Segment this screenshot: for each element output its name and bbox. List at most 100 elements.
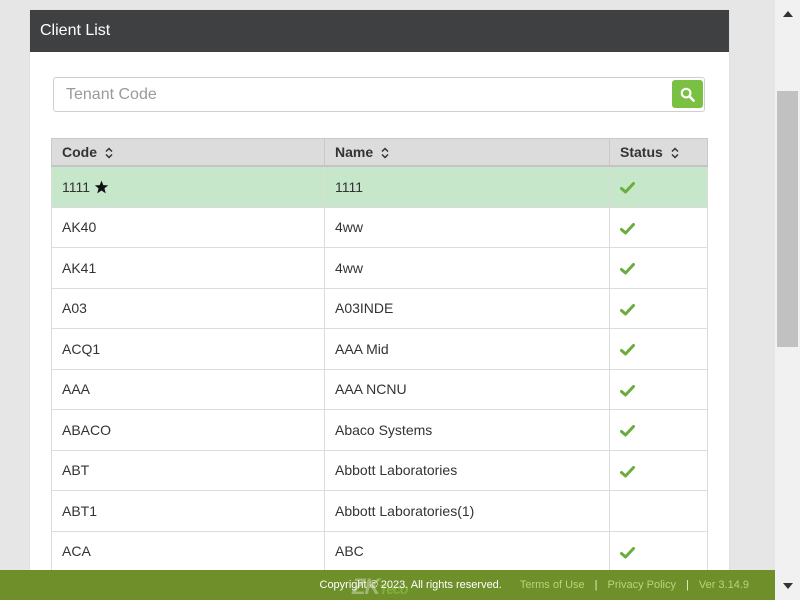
cell-status: [609, 287, 708, 329]
table-row[interactable]: ACQ1 AAA Mid: [51, 328, 708, 370]
check-icon: [620, 344, 635, 356]
check-icon: [620, 222, 635, 235]
cell-code: A03: [51, 287, 325, 329]
check-icon: [620, 465, 635, 478]
table-row[interactable]: ABACO Abaco Systems: [51, 409, 708, 451]
name-text: Abbott Laboratories(1): [335, 502, 475, 519]
column-header-label: Name: [335, 144, 374, 160]
table-row[interactable]: ACA ABC: [51, 530, 708, 572]
cell-name: Abaco Systems: [324, 409, 610, 451]
cell-name: 1111: [324, 165, 610, 208]
cell-code: AK41: [51, 247, 325, 289]
client-list-panel: Client List Code Name: [30, 10, 729, 580]
column-header-label: Code: [62, 144, 97, 160]
cell-name: AAA Mid: [324, 328, 610, 370]
table-row[interactable]: ABT1 Abbott Laboratories(1): [51, 490, 708, 532]
name-text: A03INDE: [335, 300, 394, 317]
cell-name: 4ww: [324, 247, 610, 289]
check-icon: [620, 182, 635, 194]
terms-of-use-link[interactable]: Terms of Use: [520, 579, 585, 591]
cell-status: [609, 247, 708, 289]
code-text: ABT: [62, 462, 90, 479]
column-header-code[interactable]: Code: [51, 138, 325, 167]
check-icon: [620, 263, 635, 275]
search-input[interactable]: [54, 78, 664, 111]
cell-code: AAA: [51, 368, 325, 410]
cell-status: [609, 206, 708, 248]
cell-code: AK40: [51, 206, 325, 248]
vertical-scrollbar[interactable]: [775, 0, 800, 600]
search-icon: [680, 87, 695, 102]
cell-code: ACQ1: [51, 328, 325, 370]
code-text: ACA: [62, 543, 91, 560]
client-table: Code Name Status 1111 1111 AK40 4ww AK41…: [51, 138, 708, 572]
cell-code: ACA: [51, 530, 325, 572]
cell-name: Abbott Laboratories: [324, 449, 610, 491]
footer-separator: |: [685, 579, 689, 591]
cell-code: ABACO: [51, 409, 325, 451]
table-row[interactable]: A03 A03INDE: [51, 287, 708, 329]
check-icon: [620, 303, 635, 316]
code-text: AK40: [62, 219, 97, 236]
cell-name: A03INDE: [324, 287, 610, 329]
name-text: AAA Mid: [335, 340, 389, 357]
name-text: Abbott Laboratories: [335, 462, 458, 479]
cell-status: [609, 165, 708, 208]
code-text: ABACO: [62, 421, 112, 438]
search-button[interactable]: [672, 80, 703, 108]
cell-status: [609, 449, 708, 491]
top-strip: [0, 0, 775, 4]
copyright-text: Copyright © 2023. All rights reserved.: [319, 579, 502, 591]
table-row[interactable]: AAA AAA NCNU: [51, 368, 708, 410]
column-header-label: Status: [620, 144, 663, 160]
cell-name: ABC: [324, 530, 610, 572]
name-text: ABC: [335, 543, 364, 560]
table-row[interactable]: AK40 4ww: [51, 206, 708, 248]
cell-status: [609, 409, 708, 451]
check-icon: [620, 546, 635, 559]
footer-separator: |: [594, 579, 598, 591]
cell-code: ABT: [51, 449, 325, 491]
code-text: AK41: [62, 259, 97, 276]
cell-code: 1111: [51, 165, 325, 208]
scroll-down-button[interactable]: [775, 576, 800, 596]
table-row[interactable]: AK41 4ww: [51, 247, 708, 289]
cell-status: [609, 328, 708, 370]
name-text: Abaco Systems: [335, 421, 433, 438]
footer: ZKTeco Copyright © 2023. All rights rese…: [0, 570, 775, 600]
sort-icon: [105, 147, 113, 159]
name-text: 1111: [335, 178, 364, 195]
column-header-name[interactable]: Name: [324, 138, 610, 167]
code-text: ABT1: [62, 502, 98, 519]
panel-title: Client List: [40, 22, 111, 39]
code-text: ACQ1: [62, 340, 101, 357]
privacy-policy-link[interactable]: Privacy Policy: [608, 579, 676, 591]
sort-icon: [381, 147, 389, 159]
search-box: [53, 77, 705, 112]
cell-status: [609, 530, 708, 572]
code-text: AAA: [62, 381, 91, 398]
cell-status: [609, 368, 708, 410]
scroll-up-button[interactable]: [775, 4, 800, 24]
table-row[interactable]: 1111 1111: [51, 165, 708, 208]
table-header-row: Code Name Status: [51, 138, 708, 167]
sort-icon: [671, 147, 679, 159]
cell-name: Abbott Laboratories(1): [324, 490, 610, 532]
arrow-down-icon: [782, 583, 793, 589]
star-icon: [94, 180, 109, 194]
name-text: 4ww: [335, 219, 364, 236]
check-icon: [620, 384, 635, 397]
panel-header: Client List: [30, 10, 729, 52]
check-icon: [620, 425, 635, 437]
code-text: A03: [62, 300, 87, 317]
table-row[interactable]: ABT Abbott Laboratories: [51, 449, 708, 491]
code-text: 1111: [62, 178, 91, 195]
column-header-status[interactable]: Status: [609, 138, 708, 167]
name-text: AAA NCNU: [335, 381, 407, 398]
name-text: 4ww: [335, 259, 364, 276]
version-text: Ver 3.14.9: [698, 579, 749, 591]
cell-name: 4ww: [324, 206, 610, 248]
arrow-up-icon: [782, 11, 793, 17]
scrollbar-thumb[interactable]: [777, 91, 798, 347]
cell-code: ABT1: [51, 490, 325, 532]
